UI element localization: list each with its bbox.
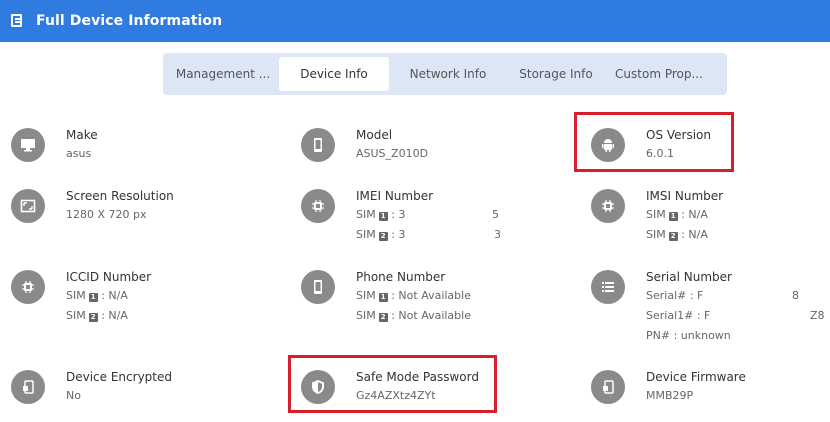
page-header: Full Device Information: [0, 0, 830, 42]
iccid-sim1: SIM 1 : N/A: [66, 289, 128, 302]
imei-sim2-tail: 3: [494, 228, 501, 241]
imei-label: IMEI Number: [356, 189, 434, 203]
imei-sim2: SIM 2 : 3: [356, 228, 406, 241]
phone-number-label: Phone Number: [356, 270, 446, 284]
make-value: asus: [66, 147, 92, 160]
serial-number-label: Serial Number: [646, 270, 732, 284]
imsi-label: IMSI Number: [646, 189, 724, 203]
serial-line1-tail: 8: [792, 289, 799, 302]
page-title: Full Device Information: [36, 13, 223, 29]
tab-device-info[interactable]: Device Info: [279, 57, 389, 91]
screen-resolution-value: 1280 X 720 px: [66, 208, 147, 221]
serial-line1: Serial# : F: [646, 289, 704, 302]
chip-icon: [301, 189, 335, 223]
sim2-badge: 2: [88, 313, 98, 322]
serial-line2-tail: Z8: [810, 309, 825, 322]
imei-sim1-tail: 5: [492, 208, 499, 221]
tab-management[interactable]: Management ...: [169, 57, 277, 91]
model-value: ASUS_Z010D: [356, 147, 429, 160]
screen-resolution-icon: [11, 189, 45, 223]
iccid-label: ICCID Number: [66, 270, 152, 284]
document-icon: [10, 14, 24, 28]
imei-sim1: SIM 1 : 3: [356, 208, 406, 221]
sim2-badge: 2: [378, 232, 388, 241]
screen-resolution-label: Screen Resolution: [66, 189, 174, 203]
tab-custom-properties[interactable]: Custom Prop...: [605, 57, 713, 91]
device-encrypted-icon: [11, 370, 45, 404]
sim1-badge: 1: [378, 293, 388, 302]
sim1-badge: 1: [88, 293, 98, 302]
device-firmware-icon: [591, 370, 625, 404]
serial-line2: Serial1# : F: [646, 309, 711, 322]
phone-sim1: SIM 1 : Not Available: [356, 289, 471, 302]
device-firmware-label: Device Firmware: [646, 370, 746, 384]
device-encrypted-label: Device Encrypted: [66, 370, 172, 384]
phone-icon: [301, 128, 335, 162]
model-label: Model: [356, 128, 393, 142]
tab-bar: Management ... Device Info Network Info …: [163, 53, 727, 95]
imsi-sim2: SIM 2 : N/A: [646, 228, 708, 241]
tab-storage-info[interactable]: Storage Info: [507, 57, 605, 91]
phone-sim2: SIM 2 : Not Available: [356, 309, 471, 322]
safe-mode-password-highlight: [288, 355, 497, 413]
device-encrypted-value: No: [66, 389, 81, 402]
chip-icon: [11, 270, 45, 304]
iccid-sim2: SIM 2 : N/A: [66, 309, 128, 322]
monitor-icon: [11, 128, 45, 162]
serial-line3: PN# : unknown: [646, 329, 731, 342]
tab-network-info[interactable]: Network Info: [389, 57, 507, 91]
os-version-highlight: [574, 112, 734, 172]
sim2-badge: 2: [378, 313, 388, 322]
phone-icon: [301, 270, 335, 304]
chip-icon: [591, 189, 625, 223]
make-label: Make: [66, 128, 98, 142]
device-firmware-value: MMB29P: [646, 389, 694, 402]
list-icon: [591, 270, 625, 304]
imsi-sim1: SIM 1 : N/A: [646, 208, 708, 221]
sim2-badge: 2: [668, 232, 678, 241]
sim1-badge: 1: [668, 212, 678, 221]
sim1-badge: 1: [378, 212, 388, 221]
